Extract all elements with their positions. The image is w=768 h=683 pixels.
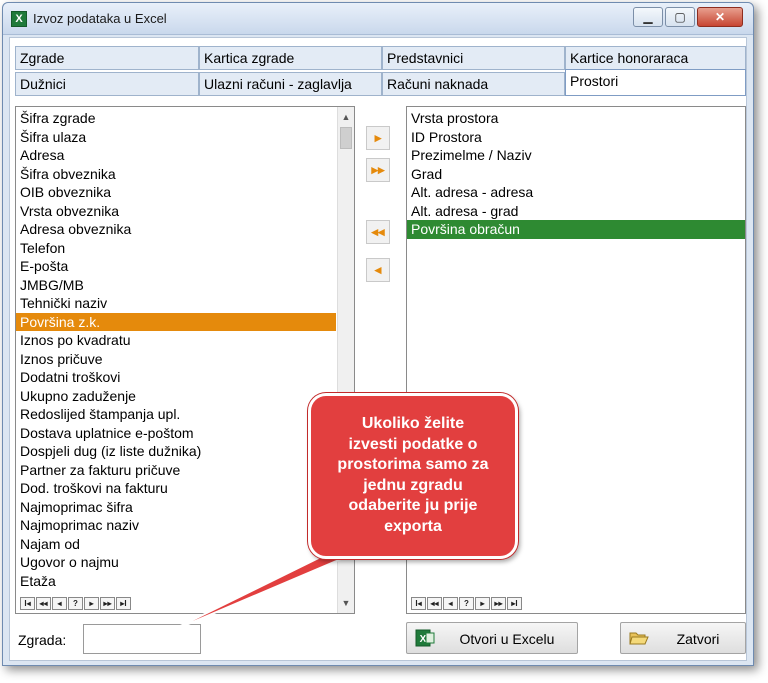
callout-line: prostorima samo za	[337, 456, 489, 473]
callout-line: izvesti podatke o	[348, 435, 478, 453]
callout-pointer	[159, 544, 375, 637]
callout-line: exporta	[384, 517, 442, 535]
tooltip-callout: Ukoliko želite izvesti podatke o prostor…	[308, 393, 518, 559]
callout-line: odaberite ju prije	[348, 497, 478, 514]
callout-line: Ukoliko želite	[361, 415, 465, 432]
callout-line: jednu zgradu	[363, 476, 463, 494]
